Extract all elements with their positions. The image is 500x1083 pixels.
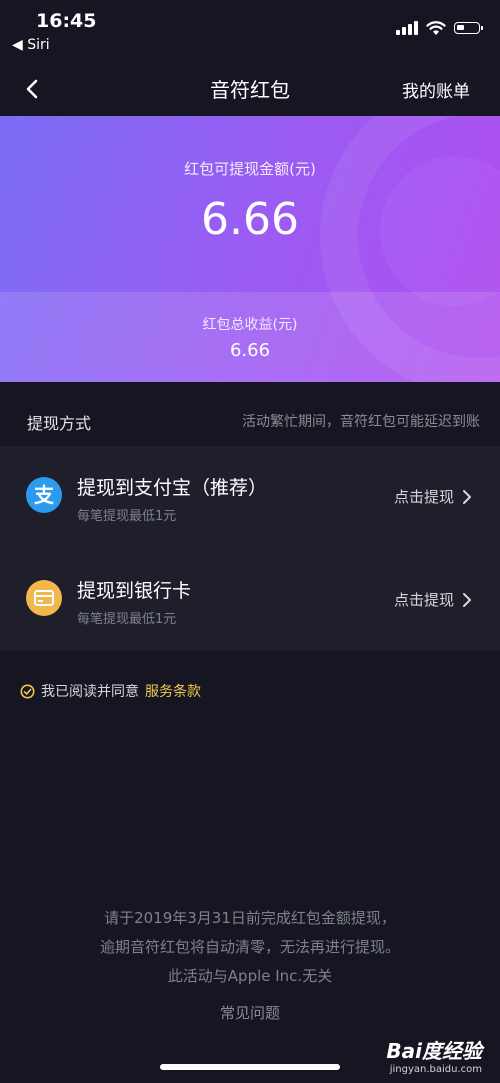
alipay-glyph: 支 — [34, 483, 55, 507]
back-to-app-link[interactable]: ◀ Siri — [12, 37, 50, 53]
total-earnings-panel: 红包总收益(元) 6.66 — [0, 292, 500, 382]
battery-icon — [454, 22, 483, 34]
nav-bar: 音符红包 我的账单 — [0, 62, 500, 116]
withdrawable-amount: 6.66 — [201, 194, 299, 245]
footer-note-line-2: 逾期音符红包将自动清零，无法再进行提现。 — [99, 938, 400, 956]
withdraw-bank-card-action[interactable]: 点击提现 — [394, 589, 472, 610]
total-earnings-label: 红包总收益(元) — [202, 317, 298, 333]
balance-card: 红包可提现金额(元) 6.66 红包总收益(元) 6.66 — [0, 116, 500, 382]
agreement-text: 我已阅读并同意 — [41, 684, 139, 700]
footer-note-line-1: 请于2019年3月31日前完成红包金额提现， — [104, 909, 396, 927]
withdraw-alipay-option[interactable]: 支 提现到支付宝（推荐） 每笔提现最低1元 点击提现 — [0, 446, 500, 548]
option-subtitle: 每笔提现最低1元 — [77, 509, 177, 524]
option-title: 提现到支付宝（推荐） — [77, 477, 268, 499]
withdraw-options: 支 提现到支付宝（推荐） 每笔提现最低1元 点击提现 提现到银行卡 每笔提现最低… — [0, 446, 500, 651]
delay-notice: 活动繁忙期间，音符红包可能延迟到账 — [242, 414, 480, 430]
option-action-label: 点击提现 — [393, 488, 454, 506]
footer-note-line-3: 此活动与Apple Inc.无关 — [167, 967, 333, 985]
chevron-right-icon — [463, 592, 471, 607]
agreement-row: 我已阅读并同意 服务条款 — [20, 681, 201, 701]
watermark-logo: Bai度经验 — [386, 1039, 482, 1063]
watermark: Bai度经验 jingyan.baidu.com — [386, 1035, 482, 1075]
bank-card-icon — [26, 580, 62, 616]
withdraw-bank-card-option[interactable]: 提现到银行卡 每笔提现最低1元 点击提现 — [0, 549, 500, 651]
watermark-url: jingyan.baidu.com — [389, 1064, 482, 1075]
status-indicators — [396, 18, 483, 38]
terms-of-service-link[interactable]: 服务条款 — [145, 681, 201, 701]
chevron-right-icon — [463, 489, 471, 504]
cellular-signal-icon — [396, 21, 418, 35]
withdraw-alipay-action[interactable]: 点击提现 — [394, 486, 472, 507]
section-title: 提现方式 — [27, 414, 92, 433]
option-subtitle: 每笔提现最低1元 — [77, 612, 177, 627]
checkmark-circle-icon[interactable] — [20, 684, 35, 699]
option-title: 提现到银行卡 — [77, 580, 192, 602]
faq-link[interactable]: 常见问题 — [0, 1002, 500, 1023]
withdrawable-label: 红包可提现金额(元) — [184, 160, 316, 178]
wifi-icon — [426, 20, 446, 35]
status-bar: 16:45 ◀ Siri — [0, 0, 500, 62]
withdraw-method-header: 提现方式 活动繁忙期间，音符红包可能延迟到账 — [0, 398, 500, 442]
status-time: 16:45 — [36, 10, 97, 32]
my-bill-button[interactable]: 我的账单 — [402, 77, 470, 102]
total-earnings-amount: 6.66 — [229, 340, 271, 361]
home-indicator[interactable] — [160, 1064, 340, 1070]
option-action-label: 点击提现 — [393, 591, 454, 609]
alipay-icon: 支 — [26, 477, 62, 513]
